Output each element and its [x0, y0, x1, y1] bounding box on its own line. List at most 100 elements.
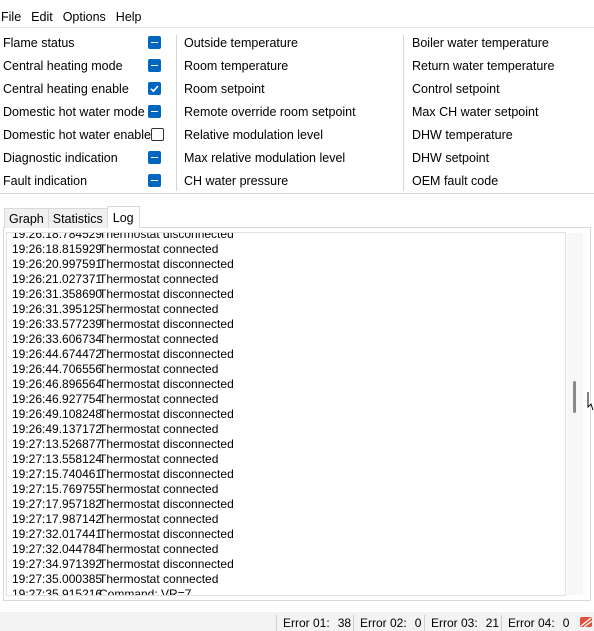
status-row: Room setpoint [184, 81, 265, 96]
log-message: Thermostat connected [99, 362, 219, 376]
scrollbar-thumb[interactable] [573, 381, 576, 413]
menu-edit[interactable]: Edit [27, 10, 59, 24]
log-line: 19:26:20.997591Thermostat disconnected [12, 257, 234, 272]
log-line: 19:26:31.358690Thermostat disconnected [12, 287, 234, 302]
menu-options[interactable]: Options [59, 10, 112, 24]
status-row: Outside temperature [184, 35, 298, 50]
error-value: 0 [562, 616, 570, 630]
status-label: Diagnostic indication [3, 150, 118, 165]
log-line: 19:26:33.606734Thermostat connected [12, 332, 234, 347]
log-list: 19:26:18.784529Thermostat disconnected 19… [12, 232, 234, 596]
mouse-cursor-icon [587, 392, 594, 411]
log-message: Thermostat connected [99, 512, 219, 526]
dhw-mode-checkbox[interactable] [148, 105, 161, 118]
log-message: Thermostat disconnected [99, 287, 234, 301]
log-view[interactable]: 19:26:18.784529Thermostat disconnected 19… [6, 232, 566, 596]
status-row-dhw-mode: Domestic hot water mode [3, 100, 163, 123]
log-message: Thermostat disconnected [99, 407, 234, 421]
log-line: 19:26:18.784529Thermostat disconnected [12, 232, 234, 242]
tab-statistics[interactable]: Statistics [47, 208, 108, 228]
log-timestamp: 19:27:15.769755 [12, 482, 103, 496]
log-message: Thermostat disconnected [99, 377, 234, 391]
log-line: 19:27:34.971392Thermostat disconnected [12, 557, 234, 572]
log-message: Thermostat connected [99, 482, 219, 496]
diagnostic-checkbox[interactable] [148, 151, 161, 164]
log-message: Thermostat disconnected [99, 437, 234, 451]
log-line: 19:27:17.987142Thermostat connected [12, 512, 234, 527]
status-row: Room temperature [184, 58, 289, 73]
log-timestamp: 19:26:31.358690 [12, 287, 103, 301]
menu-divider [0, 27, 594, 28]
log-timestamp: 19:26:18.815929 [12, 242, 103, 256]
log-timestamp: 19:27:34.971392 [12, 557, 103, 571]
log-timestamp: 19:26:33.606734 [12, 332, 103, 346]
status-flags-column: Flame status Central heating mode Centra… [3, 31, 164, 192]
error-03-counter: Error 03: 21 [424, 615, 501, 631]
log-timestamp: 19:26:20.997591 [12, 257, 103, 271]
log-line: 19:27:35.915216Command: VR=7 [12, 587, 234, 596]
log-timestamp: 19:26:18.784529 [12, 232, 103, 241]
status-row: Max relative modulation level [184, 150, 346, 165]
status-label: Central heating enable [3, 81, 129, 96]
log-message: Thermostat connected [99, 332, 219, 346]
log-line: 19:27:15.769755Thermostat connected [12, 482, 234, 497]
log-timestamp: 19:26:44.674472 [12, 347, 103, 361]
menu-help[interactable]: Help [112, 10, 148, 24]
column-divider [176, 35, 177, 191]
log-line: 19:27:32.017441Thermostat disconnected [12, 527, 234, 542]
log-message: Thermostat connected [99, 422, 219, 436]
menu-file[interactable]: File [0, 10, 27, 24]
status-values-column-1: Outside temperature Room temperature Roo… [184, 31, 394, 192]
flame-status-checkbox[interactable] [148, 36, 161, 49]
log-line: 19:26:49.108248Thermostat disconnected [12, 407, 234, 422]
log-timestamp: 19:26:21.027371 [12, 272, 103, 286]
log-message: Thermostat connected [99, 452, 219, 466]
error-value: 21 [485, 616, 500, 630]
status-row: DHW temperature [412, 127, 513, 142]
log-message: Thermostat disconnected [99, 497, 234, 511]
log-timestamp: 19:26:33.577239 [12, 317, 103, 331]
tab-graph[interactable]: Graph [4, 208, 49, 228]
log-line: 19:26:31.395125Thermostat connected [12, 302, 234, 317]
checkmark-icon [150, 85, 159, 93]
tab-log[interactable]: Log [106, 206, 140, 228]
status-row: Boiler water temperature [412, 35, 549, 50]
status-row: DHW setpoint [412, 150, 490, 165]
log-line: 19:26:21.027371Thermostat connected [12, 272, 234, 287]
ch-mode-checkbox[interactable] [148, 59, 161, 72]
status-divider [0, 193, 594, 194]
status-row: Relative modulation level [184, 127, 323, 142]
error-04-counter: Error 04: 0 [501, 615, 578, 631]
dhw-enable-checkbox[interactable] [151, 128, 164, 141]
status-row-flame: Flame status [3, 31, 163, 54]
error-01-counter: Error 01: 38 [276, 615, 353, 631]
tab-bar: Graph Statistics Log [4, 206, 140, 228]
log-line: 19:26:33.577239Thermostat disconnected [12, 317, 234, 332]
error-value: 0 [414, 616, 422, 630]
log-timestamp: 19:26:49.108248 [12, 407, 103, 421]
log-timestamp: 19:27:35.000385 [12, 572, 103, 586]
status-row-diagnostic: Diagnostic indication [3, 146, 163, 169]
log-line: 19:26:49.137172Thermostat connected [12, 422, 234, 437]
status-row-dhw-enable: Domestic hot water enable [3, 123, 164, 146]
log-timestamp: 19:27:32.017441 [12, 527, 103, 541]
status-label: Central heating mode [3, 58, 123, 73]
log-timestamp: 19:26:46.927754 [12, 392, 103, 406]
log-message: Thermostat connected [99, 542, 219, 556]
log-line: 19:26:18.815929Thermostat connected [12, 242, 234, 257]
fault-checkbox[interactable] [148, 174, 161, 187]
log-timestamp: 19:27:35.915216 [12, 587, 103, 596]
ch-enable-checkbox[interactable] [148, 82, 161, 95]
log-line: 19:27:32.044784Thermostat connected [12, 542, 234, 557]
log-message: Thermostat disconnected [99, 232, 234, 241]
log-timestamp: 19:26:31.395125 [12, 302, 103, 316]
status-label: Domestic hot water mode [3, 104, 145, 119]
error-label: Error 03: [431, 616, 478, 630]
status-label: Fault indication [3, 173, 88, 188]
log-line: 19:27:13.558124Thermostat connected [12, 452, 234, 467]
log-message: Thermostat connected [99, 572, 219, 586]
log-line: 19:27:15.740461Thermostat disconnected [12, 467, 234, 482]
log-timestamp: 19:27:15.740461 [12, 467, 103, 481]
log-line: 19:26:44.706556Thermostat connected [12, 362, 234, 377]
log-scrollbar[interactable] [567, 233, 583, 595]
